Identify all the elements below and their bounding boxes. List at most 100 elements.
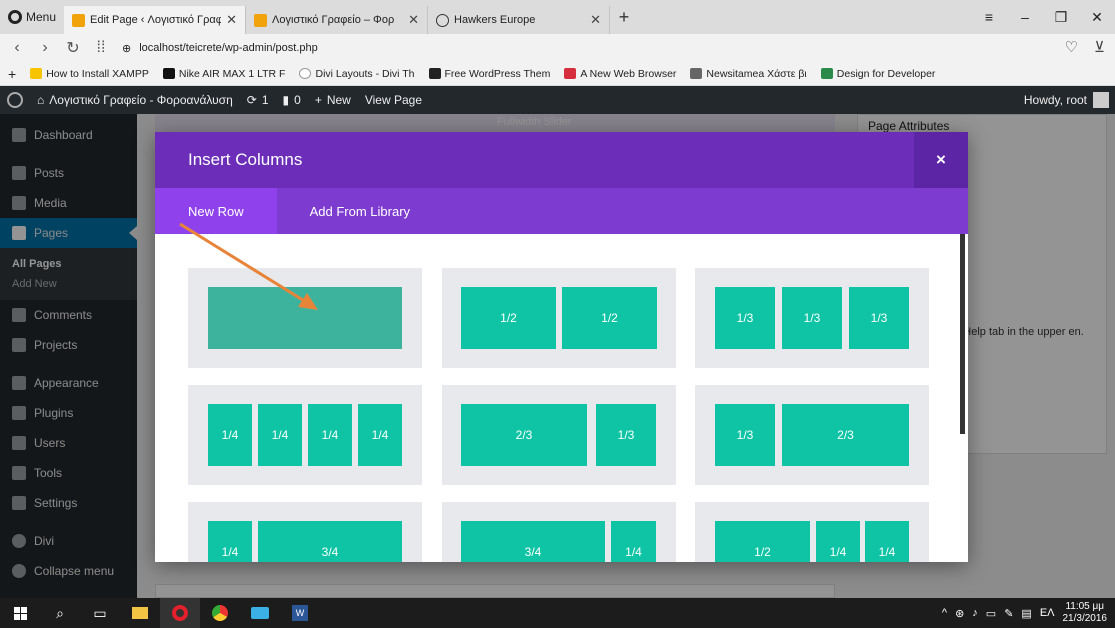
word-icon[interactable]: W: [280, 598, 320, 628]
heart-icon[interactable]: ♡: [1065, 38, 1078, 56]
layout-half-quarter-quarter[interactable]: 1/2 1/4 1/4: [695, 502, 929, 562]
window-controls: ≡ – ❐ ✕: [971, 0, 1115, 34]
battery-icon[interactable]: ▭: [986, 607, 996, 620]
file-explorer-icon[interactable]: [120, 598, 160, 628]
column-block: 2/3: [782, 404, 909, 466]
url-field[interactable]: ⊕ localhost/teicrete/wp-admin/post.php: [122, 37, 1045, 59]
column-block: 1/2: [715, 521, 810, 562]
column-block: [208, 287, 402, 349]
layout-quarter-three-quarters[interactable]: 1/4 3/4: [188, 502, 422, 562]
column-block: 1/4: [208, 521, 252, 562]
bookmark-favicon-icon: [690, 68, 703, 79]
notifications-icon[interactable]: ▤: [1021, 607, 1031, 620]
layout-fullwidth[interactable]: [188, 268, 422, 368]
column-block: 1/4: [208, 404, 252, 466]
browser-tab-bar: Menu Edit Page ‹ Λογιστικό Γραφ ✕ Λογιστ…: [0, 0, 1115, 34]
column-block: 1/4: [611, 521, 656, 562]
updates-link[interactable]: ⟳ 1: [240, 93, 276, 107]
new-tab-button[interactable]: +: [610, 7, 638, 28]
tab-hawkers[interactable]: Hawkers Europe ✕: [428, 6, 611, 34]
layout-three-quarters-quarter[interactable]: 3/4 1/4: [442, 502, 676, 562]
column-block: 1/4: [816, 521, 860, 562]
scrollbar[interactable]: [960, 234, 965, 434]
column-block: 1/2: [461, 287, 556, 349]
layout-halves[interactable]: 1/2 1/2: [442, 268, 676, 368]
column-block: 1/4: [358, 404, 402, 466]
url-text: localhost/teicrete/wp-admin/post.php: [139, 42, 318, 54]
layout-thirds[interactable]: 1/3 1/3 1/3: [695, 268, 929, 368]
plus-icon: +: [314, 93, 322, 107]
opera-icon[interactable]: [160, 598, 200, 628]
tab-add-from-library[interactable]: Add From Library: [277, 188, 443, 234]
close-window-button[interactable]: ✕: [1079, 9, 1115, 26]
column-block: 2/3: [461, 404, 587, 466]
start-button[interactable]: [0, 598, 40, 628]
new-content-link[interactable]: + New: [308, 93, 358, 107]
close-tab-icon[interactable]: ✕: [226, 12, 237, 28]
chevron-up-icon[interactable]: ^: [942, 607, 947, 619]
chrome-icon[interactable]: [200, 598, 240, 628]
wordpress-icon: [7, 92, 23, 108]
bookmarks-bar: + How to Install XAMPP Nike AIR MAX 1 LT…: [0, 62, 1115, 86]
bookmark-item[interactable]: Nike AIR MAX 1 LTR F: [162, 68, 285, 80]
layout-one-third-two-thirds[interactable]: 1/3 2/3: [695, 385, 929, 485]
layout-quarters[interactable]: 1/4 1/4 1/4 1/4: [188, 385, 422, 485]
insert-columns-modal: Insert Columns × New Row Add From Librar…: [155, 132, 968, 562]
bookmark-item[interactable]: A New Web Browser: [564, 68, 676, 80]
forward-icon[interactable]: ›: [38, 39, 52, 57]
speed-dial-icon[interactable]: ⁞⁞: [94, 39, 108, 57]
account-menu[interactable]: Howdy, root: [1024, 86, 1109, 114]
tab-new-row[interactable]: New Row: [155, 188, 277, 234]
tab-label: Λογιστικό Γραφείο – Φορ: [272, 14, 395, 26]
bookmark-item[interactable]: Divi Layouts - Divi Th: [299, 68, 415, 80]
home-icon: ⌂: [37, 93, 45, 107]
tab-site[interactable]: Λογιστικό Γραφείο – Φορ ✕: [246, 6, 429, 34]
close-tab-icon[interactable]: ✕: [408, 12, 419, 28]
clock[interactable]: 11:05 μμ 21/3/2016: [1063, 601, 1108, 625]
tab-menu-icon[interactable]: ≡: [971, 9, 1007, 25]
add-bookmark-icon[interactable]: +: [8, 66, 16, 82]
bookmark-favicon-icon: [564, 68, 577, 79]
layout-two-thirds-one-third[interactable]: 2/3 1/3: [442, 385, 676, 485]
comments-link[interactable]: ▮ 0: [276, 93, 308, 107]
refresh-icon: ⟳: [246, 93, 257, 107]
close-button[interactable]: ×: [914, 132, 968, 188]
volume-icon[interactable]: ♪: [972, 607, 978, 619]
opera-menu-button[interactable]: Menu: [0, 0, 64, 34]
wp-logo-button[interactable]: [0, 92, 30, 108]
site-name-link[interactable]: ⌂ Λογιστικό Γραφείο - Φοροανάλυση: [30, 93, 240, 107]
hawkers-favicon-icon: [436, 13, 450, 27]
windows-icon: [13, 606, 27, 620]
store-icon[interactable]: [240, 598, 280, 628]
bookmark-item[interactable]: How to Install XAMPP: [30, 68, 149, 80]
bookmark-favicon-icon: [299, 68, 312, 79]
search-icon[interactable]: ⌕: [40, 598, 80, 628]
modal-tabs: New Row Add From Library: [155, 188, 968, 234]
column-block: 1/4: [865, 521, 909, 562]
windows-taskbar: ⌕ ▭ W ^ ⊛ ♪ ▭ ✎ ▤ ΕΛ 11:05 μμ 21/3/2016: [0, 598, 1115, 628]
column-layouts: 1/2 1/2 1/3 1/3 1/3 1/4 1/4 1/4 1/4 2/3 …: [155, 234, 968, 562]
column-block: 1/4: [258, 404, 302, 466]
tab-edit-page[interactable]: Edit Page ‹ Λογιστικό Γραφ ✕: [64, 6, 247, 34]
wp-admin-bar: ⌂ Λογιστικό Γραφείο - Φοροανάλυση ⟳ 1 ▮ …: [0, 86, 1115, 114]
maximize-button[interactable]: ❐: [1043, 9, 1079, 26]
close-tab-icon[interactable]: ✕: [590, 12, 601, 28]
bookmark-item[interactable]: Free WordPress Them: [428, 68, 550, 80]
download-icon[interactable]: ⊻: [1094, 38, 1105, 56]
column-block: 1/2: [562, 287, 657, 349]
back-icon[interactable]: ‹: [10, 39, 24, 57]
menu-label: Menu: [26, 10, 57, 24]
bookmark-item[interactable]: Newsitamea Χάστε βι: [690, 68, 807, 80]
language-indicator[interactable]: ΕΛ: [1040, 607, 1055, 619]
network-icon[interactable]: ⊛: [955, 607, 964, 620]
avatar: [1093, 92, 1109, 108]
opera-logo-icon: [8, 10, 22, 24]
bookmark-item[interactable]: Design for Developer: [820, 68, 935, 80]
column-block: 1/4: [308, 404, 352, 466]
view-page-link[interactable]: View Page: [358, 93, 429, 107]
comment-icon: ▮: [282, 93, 290, 107]
task-view-icon[interactable]: ▭: [80, 598, 120, 628]
reload-icon[interactable]: ↻: [66, 38, 80, 58]
pen-icon[interactable]: ✎: [1004, 607, 1013, 620]
minimize-button[interactable]: –: [1007, 9, 1043, 25]
